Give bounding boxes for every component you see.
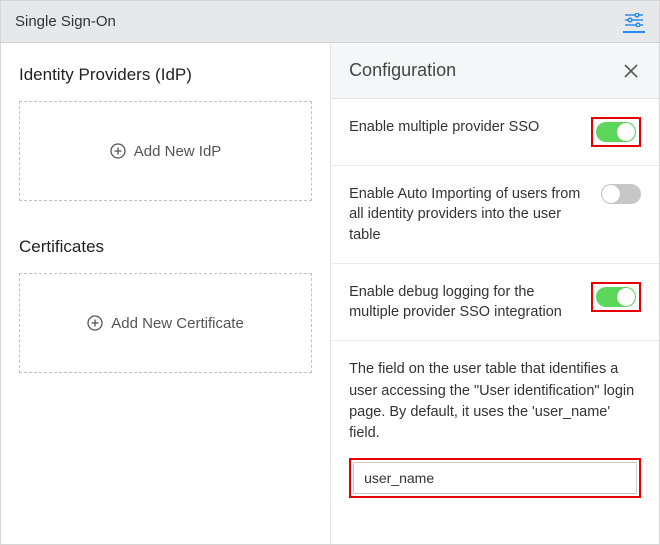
close-icon[interactable] (621, 61, 641, 81)
field-description: The field on the user table that identif… (349, 359, 641, 443)
idp-section-title: Identity Providers (IdP) (19, 65, 312, 85)
settings-icon[interactable] (623, 11, 645, 33)
left-column: Identity Providers (IdP) Add New IdP Cer… (1, 43, 330, 544)
add-cert-label: Add New Certificate (111, 315, 244, 332)
panel-header: Configuration (331, 43, 659, 99)
setting-label: Enable Auto Importing of users from all … (349, 184, 591, 245)
toggle-enable-sso[interactable] (596, 122, 636, 142)
plus-circle-icon (87, 315, 103, 331)
setting-label: Enable multiple provider SSO (349, 117, 581, 137)
setting-debug-log: Enable debug logging for the multiple pr… (331, 264, 659, 341)
page-title: Single Sign-On (15, 13, 116, 30)
panel-title: Configuration (349, 60, 456, 81)
add-cert-button[interactable]: Add New Certificate (19, 273, 312, 373)
toggle-auto-import[interactable] (601, 184, 641, 204)
setting-label: Enable debug logging for the multiple pr… (349, 282, 581, 323)
toggle-debug-log[interactable] (596, 287, 636, 307)
highlight-box (591, 117, 641, 147)
add-idp-label: Add New IdP (134, 143, 222, 160)
add-idp-button[interactable]: Add New IdP (19, 101, 312, 201)
plus-circle-icon (110, 143, 126, 159)
cert-section-title: Certificates (19, 237, 312, 257)
config-panel: Configuration Enable multiple provider S… (330, 43, 659, 544)
highlight-box (349, 458, 641, 498)
main-content: Identity Providers (IdP) Add New IdP Cer… (1, 43, 659, 544)
page-header: Single Sign-On (1, 1, 659, 43)
setting-enable-sso: Enable multiple provider SSO (331, 99, 659, 166)
setting-auto-import: Enable Auto Importing of users from all … (331, 166, 659, 264)
user-field-block: The field on the user table that identif… (331, 340, 659, 507)
user-field-input[interactable] (353, 462, 637, 494)
highlight-box (591, 282, 641, 312)
